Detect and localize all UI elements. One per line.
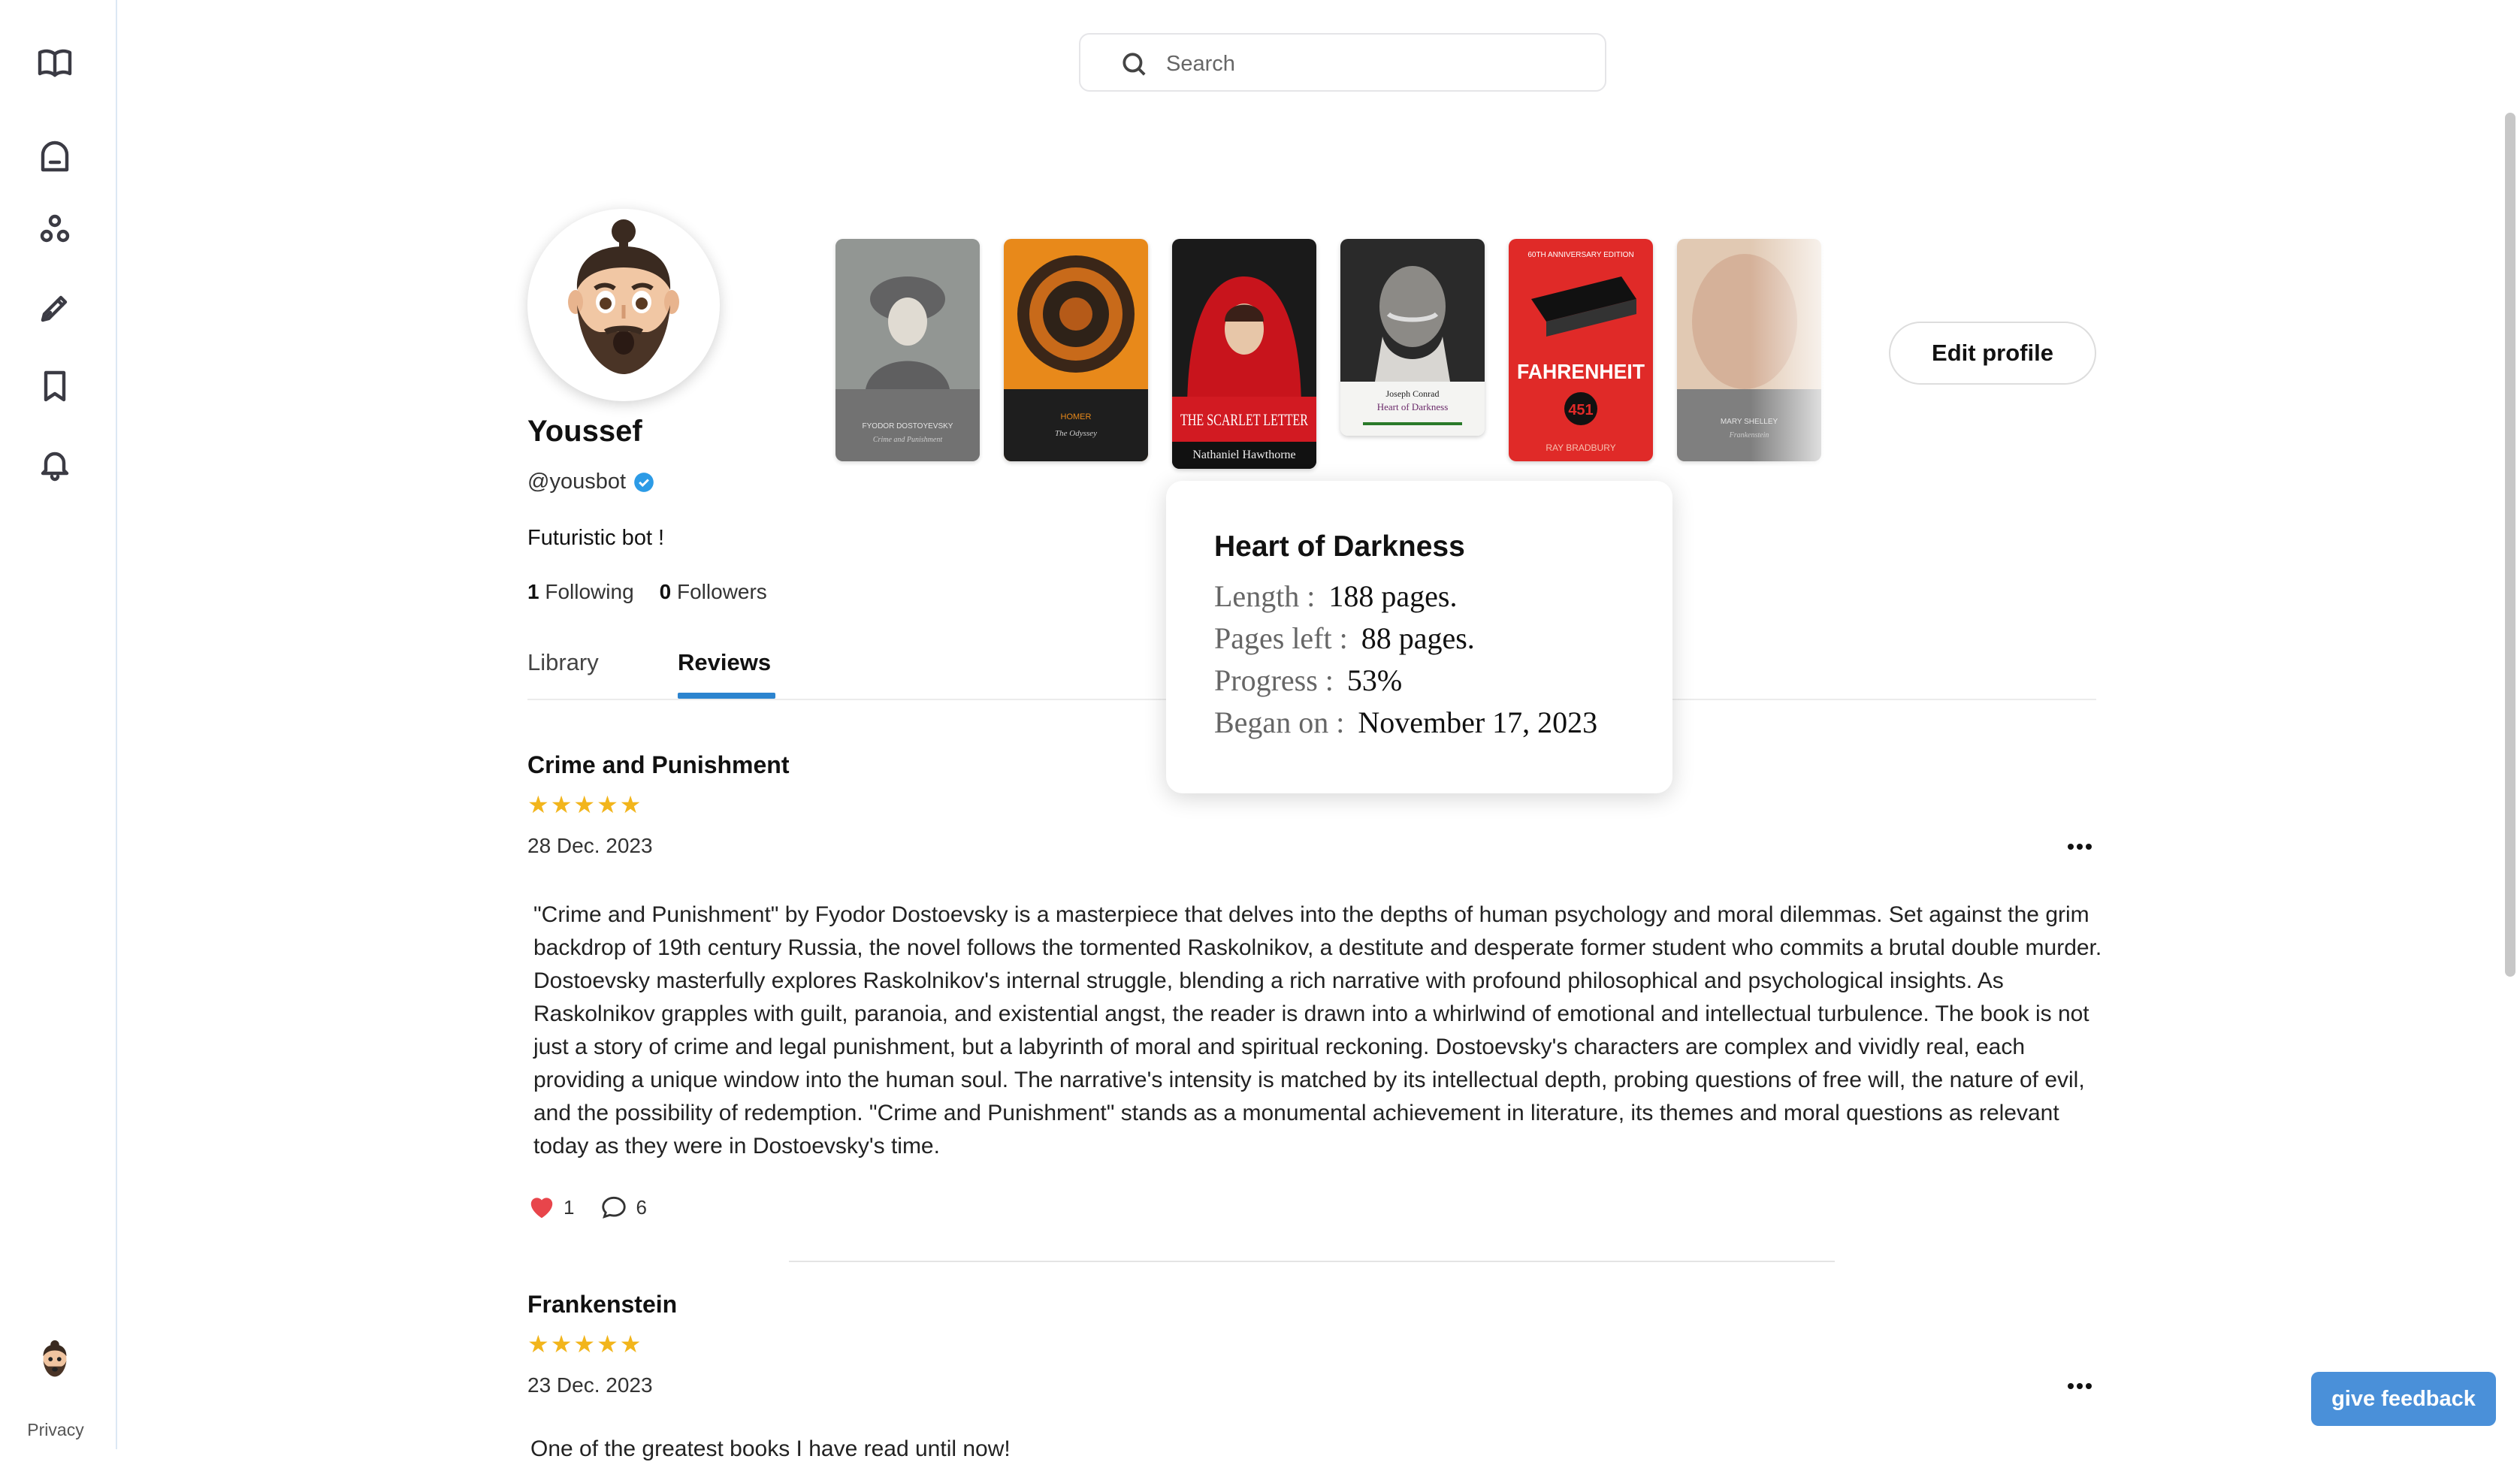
active-tab-indicator bbox=[678, 693, 775, 699]
sidebar-avatar[interactable] bbox=[33, 1339, 77, 1385]
edit-profile-button[interactable]: Edit profile bbox=[1889, 322, 2096, 385]
svg-text:RAY BRADBURY: RAY BRADBURY bbox=[1546, 443, 1615, 453]
svg-text:HOMER: HOMER bbox=[1061, 412, 1092, 421]
comment-icon[interactable] bbox=[600, 1193, 628, 1222]
svg-text:Nathaniel Hawthorne: Nathaniel Hawthorne bbox=[1192, 449, 1295, 461]
popup-length-row: Length :188 pages. bbox=[1214, 579, 1458, 613]
svg-text:Joseph Conrad: Joseph Conrad bbox=[1386, 388, 1440, 399]
like-count: 1 bbox=[564, 1195, 575, 1219]
following-link[interactable]: 1 Following bbox=[527, 580, 634, 604]
review-reactions: 1 6 bbox=[527, 1193, 647, 1222]
profile-bio: Futuristic bot ! bbox=[527, 526, 665, 550]
search-bar[interactable] bbox=[1079, 33, 1606, 92]
svg-text:451: 451 bbox=[1568, 402, 1593, 418]
more-options-icon[interactable] bbox=[2068, 1379, 2098, 1394]
scrollbar[interactable] bbox=[2505, 113, 2515, 977]
search-icon bbox=[1123, 53, 1146, 76]
book-cover-the-scarlet-letter[interactable]: THE SCARLET LETTER Nathaniel Hawthorne bbox=[1172, 239, 1316, 469]
review-title[interactable]: Frankenstein bbox=[527, 1291, 677, 1319]
review-date: 28 Dec. 2023 bbox=[527, 834, 653, 857]
bookmark-icon[interactable] bbox=[35, 367, 74, 406]
svg-text:THE SCARLET LETTER: THE SCARLET LETTER bbox=[1180, 410, 1308, 429]
popup-began-row: Began on : November 17, 2023 bbox=[1214, 705, 1598, 739]
book-progress-popup: Heart of Darkness Length :188 pages. Pag… bbox=[1166, 481, 1672, 793]
search-input[interactable] bbox=[1165, 47, 1588, 81]
star-rating: ★★★★★ bbox=[527, 1331, 643, 1358]
comment-count: 6 bbox=[636, 1195, 647, 1219]
sidebar: Privacy bbox=[0, 0, 117, 1449]
profile-handle: @yousbot bbox=[527, 470, 627, 494]
svg-text:Heart of Darkness: Heart of Darkness bbox=[1377, 401, 1449, 412]
more-options-icon[interactable] bbox=[2068, 840, 2098, 855]
svg-text:Crime and Punishment: Crime and Punishment bbox=[873, 436, 942, 444]
svg-text:FYODOR DOSTOYEVSKY: FYODOR DOSTOYEVSKY bbox=[863, 422, 953, 430]
home-icon[interactable] bbox=[35, 138, 74, 177]
star-rating: ★★★★★ bbox=[527, 791, 643, 818]
popup-progress-row: Progress :53% bbox=[1214, 663, 1403, 697]
book-cover-heart-of-darkness[interactable]: Joseph Conrad Heart of Darkness bbox=[1340, 239, 1485, 436]
pen-icon[interactable] bbox=[35, 288, 74, 328]
community-icon[interactable] bbox=[35, 210, 74, 249]
svg-text:60TH ANNIVERSARY EDITION: 60TH ANNIVERSARY EDITION bbox=[1527, 251, 1633, 259]
followers-link[interactable]: 0 Followers bbox=[660, 580, 767, 604]
book-open-icon[interactable] bbox=[35, 44, 74, 83]
tab-reviews[interactable]: Reviews bbox=[678, 649, 771, 676]
popup-pages-left-row: Pages left :88 pages. bbox=[1214, 621, 1475, 655]
review-title[interactable]: Crime and Punishment bbox=[527, 751, 790, 779]
profile-avatar bbox=[527, 209, 720, 401]
review-body: "Crime and Punishment" by Fyodor Dostoev… bbox=[533, 902, 2102, 1158]
book-cover-crime-and-punishment[interactable]: FYODOR DOSTOYEVSKY Crime and Punishment bbox=[835, 239, 980, 461]
review-divider bbox=[789, 1261, 1835, 1262]
review-date: 23 Dec. 2023 bbox=[527, 1373, 653, 1397]
review-body: One of the greatest books I have read un… bbox=[530, 1436, 1011, 1461]
svg-text:FAHRENHEIT: FAHRENHEIT bbox=[1517, 360, 1645, 383]
tab-library[interactable]: Library bbox=[527, 649, 599, 676]
profile-name: Youssef bbox=[527, 415, 642, 448]
book-cover-fahrenheit-451[interactable]: 60TH ANNIVERSARY EDITION FAHRENHEIT 451 … bbox=[1509, 239, 1653, 461]
profile-handle-row: @yousbot bbox=[527, 470, 654, 494]
book-cover-the-odyssey[interactable]: HOMER The Odyssey bbox=[1004, 239, 1148, 461]
follow-stats: 1 Following 0 Followers bbox=[527, 580, 767, 604]
give-feedback-button[interactable]: give feedback bbox=[2311, 1372, 2496, 1426]
privacy-link[interactable]: Privacy bbox=[0, 1420, 111, 1440]
verified-icon bbox=[634, 472, 654, 492]
bell-icon[interactable] bbox=[35, 445, 74, 484]
heart-icon[interactable] bbox=[527, 1193, 556, 1222]
popup-title: Heart of Darkness bbox=[1214, 530, 1465, 563]
carousel-fade bbox=[1751, 225, 1856, 481]
svg-text:The Odyssey: The Odyssey bbox=[1055, 429, 1097, 438]
